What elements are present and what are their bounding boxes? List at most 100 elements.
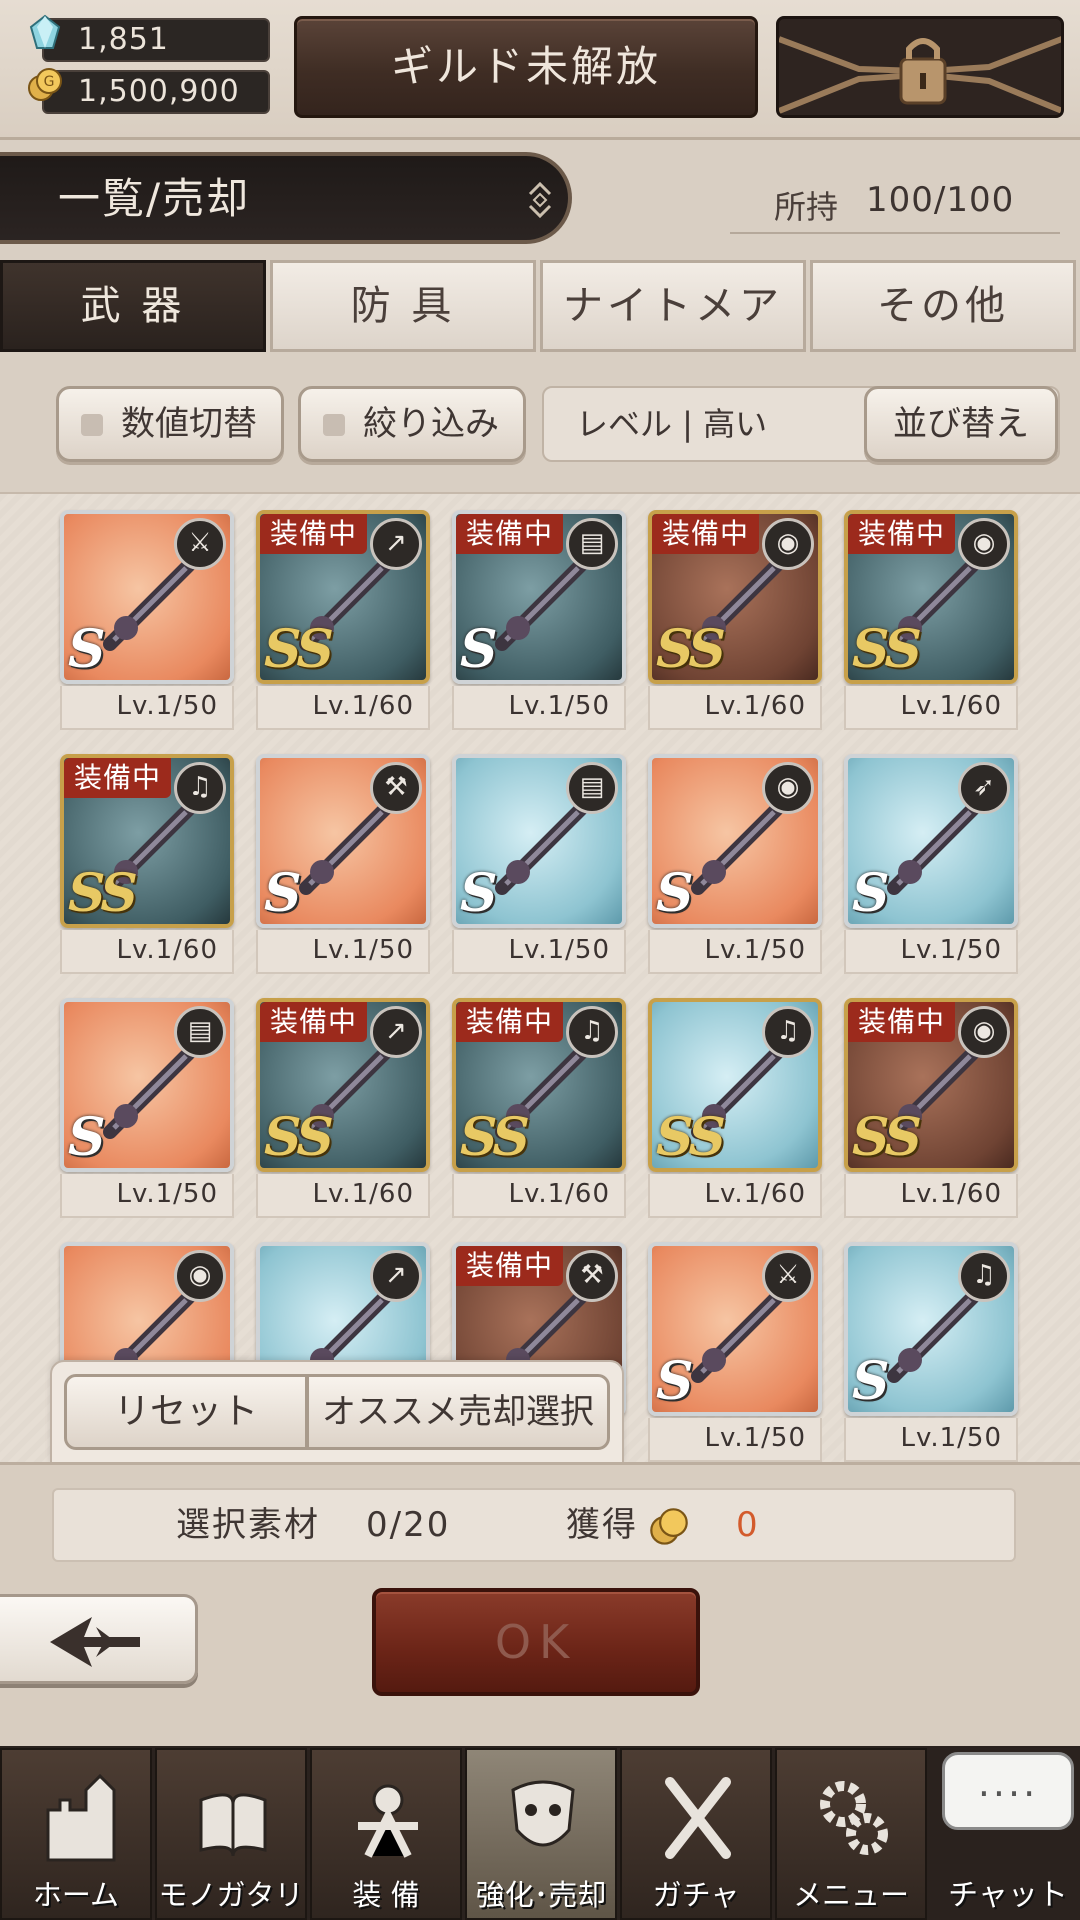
item-card[interactable]: ◉ 装備中 SS Lv.1/60 [844,510,1018,738]
item-icon: ◉ S [648,754,822,928]
book-icon [199,1793,267,1857]
equipped-badge: 装備中 [64,758,172,798]
item-level: Lv.1/50 [648,930,822,974]
item-icon: ⚔ S [648,1242,822,1416]
sword-icon: ⚔ [174,518,226,570]
nav-item[interactable]: メニュー [775,1748,927,1920]
orb-icon: ◉ [762,762,814,814]
item-level: Lv.1/50 [256,930,430,974]
item-icon: ◉ 装備中 SS [648,510,822,684]
rank-label: S [460,619,498,680]
crystal-counter: 1,851 [42,18,270,62]
tome-icon: ▤ [174,1006,226,1058]
guild-button[interactable]: ギルド未解放 [294,16,758,118]
item-card[interactable]: ⚔ S Lv.1/50 [648,1242,822,1470]
toggle-values-label: 数値切替 [121,404,257,444]
rank-label: S [656,863,694,924]
tome-icon: ▤ [566,518,618,570]
tab-armor[interactable]: 防 具 [270,260,536,352]
chat-bubble-icon[interactable]: .... [942,1752,1074,1830]
ok-button[interactable]: OK [372,1588,700,1696]
sort-current: レベル | 高い [576,405,768,443]
item-icon: ♫ 装備中 SS [452,998,626,1172]
item-level: Lv.1/60 [256,686,430,730]
tab-nightmare[interactable]: ナイトメア [540,260,806,352]
item-icon: ↗ 装備中 SS [256,998,430,1172]
item-level: Lv.1/60 [648,686,822,730]
item-card[interactable]: ♫ S Lv.1/50 [844,1242,1018,1470]
mask-icon [511,1780,575,1847]
item-card[interactable]: ↗ 装備中 SS Lv.1/60 [256,510,430,738]
rank-label: S [68,1107,106,1168]
item-card[interactable]: ◉ 装備中 SS Lv.1/60 [648,510,822,738]
nav-label: モノガタリ [158,1878,304,1912]
nav-item[interactable]: 装 備 [310,1748,462,1920]
nav-item[interactable]: 強化･売却 [465,1748,617,1920]
item-icon: ⚒ S [256,754,430,928]
equipped-badge: 装備中 [456,514,564,554]
nav-item[interactable]: モノガタリ [155,1748,307,1920]
back-arrow-icon [50,1617,140,1667]
orb-icon: ◉ [958,1006,1010,1058]
item-card[interactable]: ♫ 装備中 SS Lv.1/60 [60,754,234,982]
nav-item[interactable]: ガチャ [620,1748,772,1920]
tab-other[interactable]: その他 [810,260,1076,352]
chevron-updown-icon[interactable] [518,172,562,228]
sword-icon: ⚔ [762,1250,814,1302]
item-level: Lv.1/60 [844,686,1018,730]
locked-panel[interactable] [776,16,1064,118]
item-card[interactable]: ⚔ S Lv.1/50 [60,510,234,738]
rank-label: SS [656,619,726,680]
item-card[interactable]: ♫ 装備中 SS Lv.1/60 [452,998,626,1226]
puppet-icon [358,1784,418,1858]
rank-label: S [852,863,890,924]
gears-icon [820,1781,888,1855]
item-card[interactable]: ♫ SS Lv.1/60 [648,998,822,1226]
hammer-icon: ⚒ [370,762,422,814]
item-card[interactable]: ▤ S Lv.1/50 [452,754,626,982]
item-level: Lv.1/60 [844,1174,1018,1218]
nav-label: メニュー [792,1878,909,1912]
harp-icon: ♫ [958,1250,1010,1302]
tab-weapons[interactable]: 武 器 [0,260,266,352]
item-card[interactable]: ◉ 装備中 SS Lv.1/60 [844,998,1018,1226]
harp-icon: ♫ [566,1006,618,1058]
equipped-badge: 装備中 [848,514,956,554]
item-icon: ◉ 装備中 SS [844,998,1018,1172]
spear-icon: ↗ [370,1006,422,1058]
item-level: Lv.1/60 [648,1174,822,1218]
gain-label: 獲得 [566,1505,638,1545]
filter-label: 絞り込み [363,404,499,444]
rank-label: S [264,863,302,924]
item-card[interactable]: ◉ S Lv.1/50 [648,754,822,982]
equipped-badge: 装備中 [456,1002,564,1042]
nav-item[interactable]: ホーム [0,1748,152,1920]
item-level: Lv.1/60 [60,930,234,974]
castle-icon [46,1773,116,1862]
toggle-values-button[interactable]: 数値切替 [56,386,284,462]
rank-label: SS [68,863,138,924]
hammer-icon: ⚒ [566,1250,618,1302]
reset-button[interactable]: リセット [64,1374,308,1450]
possess-value: 100/100 [866,180,1015,220]
item-card[interactable]: ⚒ S Lv.1/50 [256,754,430,982]
chain-lock-icon [779,36,1061,114]
materials-value: 0/20 [366,1505,451,1545]
item-card[interactable]: ▤ S Lv.1/50 [60,998,234,1226]
item-icon: ↗ 装備中 SS [256,510,430,684]
rank-label: SS [264,619,334,680]
gold-count: 1,500,900 [78,74,240,109]
item-card[interactable]: ↗ 装備中 SS Lv.1/60 [256,998,430,1226]
nav-label: ガチャ [652,1878,740,1912]
item-card[interactable]: ▤ 装備中 S Lv.1/50 [452,510,626,738]
sort-button[interactable]: 並び替え [864,386,1058,462]
item-icon: ▤ 装備中 S [452,510,626,684]
orb-icon: ◉ [174,1250,226,1302]
back-button[interactable] [0,1594,198,1684]
spear-icon: ↗ [370,1250,422,1302]
rank-label: SS [852,1107,922,1168]
recommend-sell-button[interactable]: オススメ売却選択 [306,1374,610,1450]
filter-button[interactable]: 絞り込み [298,386,526,462]
equipped-badge: 装備中 [848,1002,956,1042]
item-card[interactable]: ➶ S Lv.1/50 [844,754,1018,982]
